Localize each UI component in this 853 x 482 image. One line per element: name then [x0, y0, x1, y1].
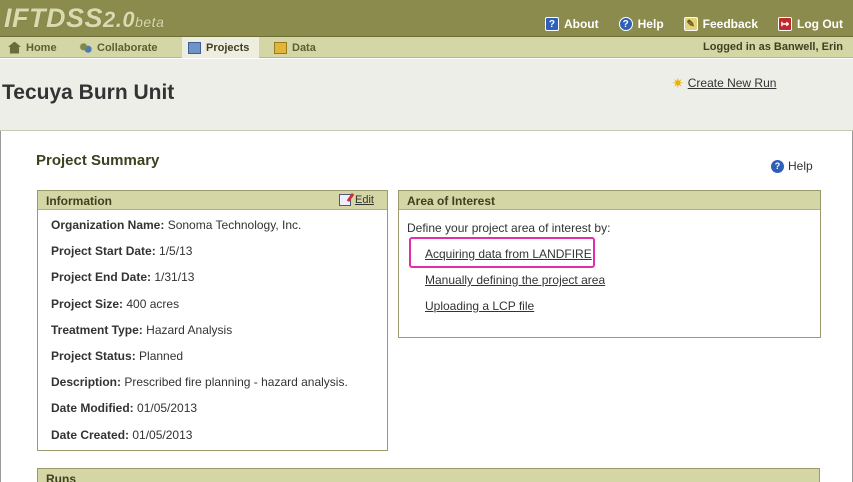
upload-lcp-link[interactable]: Uploading a LCP file — [425, 299, 534, 313]
logo-beta: beta — [135, 14, 165, 30]
info-row-organization: Organization Name: Sonoma Technology, In… — [51, 218, 374, 244]
information-panel: Information Edit Organization Name: Sono… — [37, 190, 388, 451]
info-label: Project Size: — [51, 296, 124, 311]
top-header-bar: IFTDSS2.0beta ? About ? Help ✎ Feedback … — [0, 0, 853, 37]
logged-in-status: Logged in as Banwell, Erin — [703, 41, 843, 53]
tab-projects[interactable]: Projects — [182, 37, 259, 58]
main-content: Project Summary ? Help Information Edit … — [0, 131, 853, 482]
runs-heading: Runs — [46, 472, 76, 482]
tab-data[interactable]: Data — [268, 37, 322, 58]
info-label: Date Created: — [51, 427, 130, 442]
logo-text: IFTDSS — [4, 3, 104, 33]
runs-header: Runs — [38, 469, 819, 482]
create-run-label[interactable]: Create New Run — [688, 76, 777, 90]
feedback-link[interactable]: ✎ Feedback — [683, 17, 759, 31]
page-title: Tecuya Burn Unit — [2, 81, 175, 104]
aoi-intro: Define your project area of interest by: — [407, 221, 611, 235]
title-band: Tecuya Burn Unit ✷ Create New Run — [0, 59, 853, 131]
tab-data-label: Data — [292, 41, 316, 54]
edit-link[interactable]: Edit — [339, 194, 374, 206]
logo-version: 2.0 — [103, 7, 136, 32]
info-label: Date Modified: — [51, 401, 134, 416]
tab-home-label: Home — [26, 41, 57, 54]
app-logo[interactable]: IFTDSS2.0beta — [4, 3, 164, 34]
about-icon: ? — [544, 17, 559, 31]
data-icon — [274, 41, 287, 54]
collaborate-icon — [79, 41, 92, 54]
sun-icon: ✷ — [672, 75, 684, 91]
information-rows: Organization Name: Sonoma Technology, In… — [38, 210, 387, 462]
project-summary-heading: Project Summary — [36, 152, 160, 169]
runs-panel: Runs — [37, 468, 820, 482]
info-label: Project Start Date: — [51, 244, 156, 259]
help-label: Help — [637, 17, 664, 31]
tab-collaborate[interactable]: Collaborate — [73, 37, 164, 58]
tab-collaborate-label: Collaborate — [97, 41, 158, 54]
information-header: Information Edit — [38, 191, 387, 210]
tab-projects-label: Projects — [206, 41, 250, 54]
info-value: 400 acres — [126, 296, 180, 311]
home-icon — [8, 41, 21, 54]
info-label: Project End Date: — [51, 270, 152, 285]
projects-icon — [188, 41, 201, 54]
acquire-landfire-link[interactable]: Acquiring data from LANDFIRE — [425, 247, 592, 261]
info-label: Organization Name: — [51, 218, 165, 232]
feedback-label: Feedback — [702, 17, 759, 31]
info-value: Planned — [139, 348, 184, 363]
info-row-description: Description: Prescribed fire planning - … — [51, 375, 374, 401]
area-of-interest-panel: Area of Interest Define your project are… — [398, 190, 821, 338]
feedback-icon: ✎ — [683, 17, 698, 31]
info-row-status: Project Status: Planned — [51, 349, 374, 375]
help-link-label: Help — [788, 159, 813, 173]
create-run-link[interactable]: ✷ Create New Run — [672, 76, 776, 90]
info-label: Treatment Type: — [51, 322, 143, 337]
info-row-date-created: Date Created: 01/05/2013 — [51, 428, 374, 454]
edit-label: Edit — [355, 194, 374, 206]
info-row-treatment-type: Treatment Type: Hazard Analysis — [51, 323, 374, 349]
help-link[interactable]: ? Help — [618, 17, 664, 31]
info-value: Prescribed fire planning - hazard analys… — [124, 375, 348, 390]
info-label: Description: — [51, 375, 122, 390]
area-of-interest-heading: Area of Interest — [407, 194, 496, 208]
info-row-size: Project Size: 400 acres — [51, 297, 374, 323]
info-value: 1/5/13 — [159, 244, 193, 259]
logout-link[interactable]: ↦ Log Out — [778, 17, 843, 31]
edit-icon — [339, 194, 352, 206]
about-link[interactable]: ? About — [544, 17, 599, 31]
info-row-end-date: Project End Date: 1/31/13 — [51, 270, 374, 296]
tab-home[interactable]: Home — [2, 37, 63, 58]
about-label: About — [563, 17, 599, 31]
info-value: Hazard Analysis — [146, 322, 233, 337]
logout-icon: ↦ — [778, 17, 793, 31]
help-link-summary[interactable]: ? Help — [771, 159, 813, 173]
info-label: Project Status: — [51, 348, 136, 363]
info-row-start-date: Project Start Date: 1/5/13 — [51, 244, 374, 270]
help-icon: ? — [618, 17, 633, 31]
info-value: 01/05/2013 — [137, 401, 198, 416]
info-row-date-modified: Date Modified: 01/05/2013 — [51, 401, 374, 427]
information-heading: Information — [46, 194, 112, 208]
info-value: 1/31/13 — [154, 270, 195, 285]
main-nav: Home Collaborate Projects Data Logged in… — [0, 37, 853, 58]
logout-label: Log Out — [797, 17, 843, 31]
info-value: 01/05/2013 — [132, 427, 193, 442]
top-links: ? About ? Help ✎ Feedback ↦ Log Out — [544, 17, 843, 31]
manual-define-link[interactable]: Manually defining the project area — [425, 273, 605, 287]
area-of-interest-header: Area of Interest — [399, 191, 820, 210]
info-value: Sonoma Technology, Inc. — [167, 218, 302, 232]
help-icon: ? — [771, 159, 784, 173]
